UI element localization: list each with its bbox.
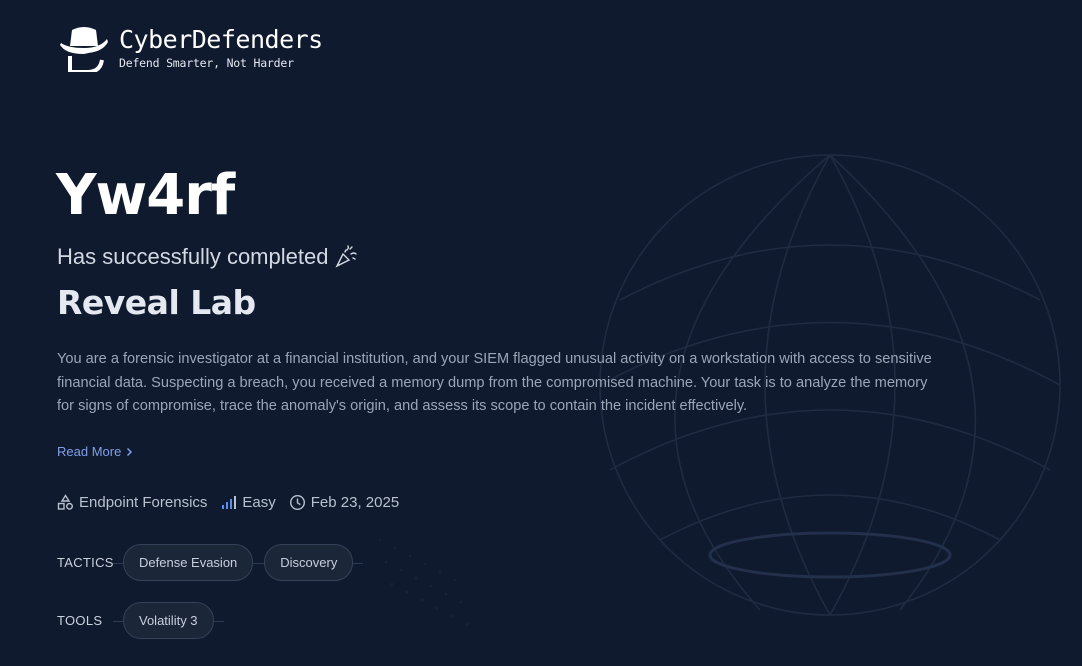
lab-description: You are a forensic investigator at a fin… [57,351,932,414]
shapes-icon [57,494,73,510]
date-label: Feb 23, 2025 [310,494,400,511]
tool-chip-volatility[interactable]: Volatility 3 [123,602,214,639]
tactic-chip-discovery[interactable]: Discovery [264,544,354,581]
category-meta: Endpoint Forensics [57,494,207,511]
lab-meta: Endpoint Forensics Easy Feb 23, 2025 [57,494,412,511]
chevron-right-icon [127,447,133,456]
difficulty-meta: Easy [220,494,276,511]
read-more-label: Read More [57,444,122,459]
date-meta: Feb 23, 2025 [289,494,399,511]
tactic-chip-defense-evasion[interactable]: Defense Evasion [123,544,254,581]
tactics-chips: Defense Evasion Discovery [112,544,364,581]
lab-title: Reveal Lab [57,283,256,322]
tools-chips: Volatility 3 [113,602,224,639]
category-label: Endpoint Forensics [79,494,208,511]
signal-bars-icon [222,496,237,509]
brand-tagline: Defend Smarter, Not Harder [119,55,294,70]
username: Yw4rf [56,163,235,228]
fedora-hat-icon [60,27,108,72]
clock-icon [289,494,305,511]
completed-text: Has successfully completed [57,244,329,269]
tactics-row: TACTICS Defense Evasion Discovery [57,544,364,581]
brand-name: CyberDefenders [119,24,323,54]
completion-statement: Has successfully completed [57,244,358,270]
difficulty-label: Easy [242,494,276,511]
brand-logo[interactable]: CyberDefenders Defend Smarter, Not Harde… [58,22,323,72]
party-popper-icon [335,245,358,268]
read-more-link[interactable]: Read More [57,444,133,459]
tools-row: TOOLS Volatility 3 [57,602,224,639]
